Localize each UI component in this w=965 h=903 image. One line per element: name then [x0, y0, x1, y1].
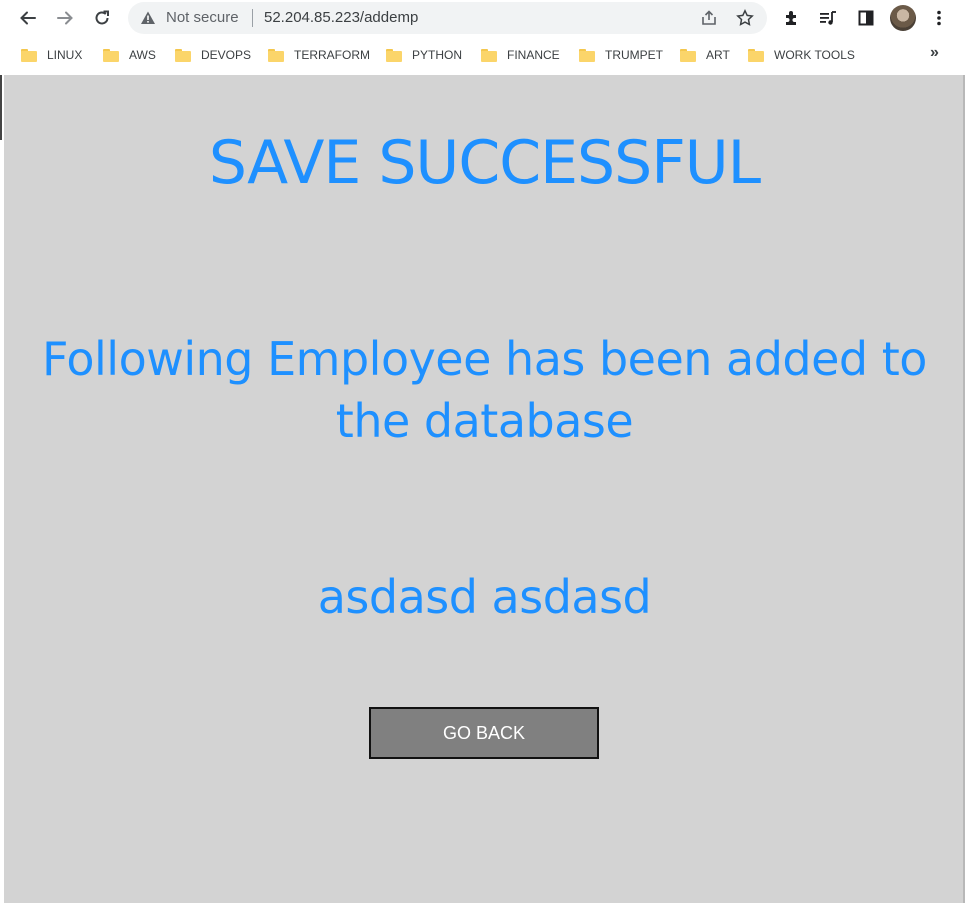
bookmark-label: ART: [706, 48, 730, 62]
folder-icon: [21, 48, 37, 62]
bookmark-label: PYTHON: [412, 48, 463, 62]
page-title: SAVE SUCCESSFUL: [208, 128, 761, 198]
bookmark-label: DEVOPS: [201, 48, 252, 62]
menu-button[interactable]: [924, 3, 954, 33]
side-panel-button[interactable]: [851, 3, 881, 33]
share-button[interactable]: [698, 7, 720, 29]
folder-icon: [748, 48, 764, 62]
browser-toolbar: Not secure 52.204.85.223/addemp: [0, 0, 965, 36]
bookmark-python[interactable]: PYTHON: [386, 47, 462, 63]
page-content: SAVE SUCCESSFUL Following Employee has b…: [4, 75, 965, 903]
folder-icon: [175, 48, 191, 62]
folder-icon: [481, 48, 497, 62]
back-arrow-icon: [20, 11, 36, 25]
bookmark-linux[interactable]: LINUX: [21, 47, 82, 63]
folder-icon: [579, 48, 595, 62]
puzzle-icon: [786, 11, 796, 25]
reload-button[interactable]: [87, 3, 117, 33]
confirmation-message-line1: Following Employee has been added to: [42, 332, 927, 386]
folder-icon: [268, 48, 284, 62]
confirmation-message-line2: the database: [335, 394, 634, 448]
url-text[interactable]: 52.204.85.223/addemp: [264, 10, 418, 26]
bookmarks-overflow-button[interactable]: »: [930, 44, 939, 62]
folder-icon: [680, 48, 696, 62]
bookmark-devops[interactable]: DEVOPS: [175, 47, 251, 63]
bookmark-label: FINANCE: [507, 48, 560, 62]
forward-arrow-icon: [57, 11, 73, 25]
reload-icon: [95, 10, 109, 25]
security-status[interactable]: Not secure: [166, 10, 239, 26]
bookmark-label: TERRAFORM: [294, 48, 370, 62]
star-icon: [736, 9, 754, 26]
bookmark-trumpet[interactable]: TRUMPET: [579, 47, 663, 63]
playlist-icon: [820, 11, 836, 25]
bookmark-label: AWS: [129, 48, 156, 62]
media-button[interactable]: [813, 3, 843, 33]
warning-icon[interactable]: [140, 10, 156, 26]
more-vertical-icon: [937, 10, 941, 26]
bookmark-finance[interactable]: FINANCE: [481, 47, 560, 63]
omnibox-divider: [252, 9, 253, 27]
confirmation-message: Following Employee has been added to the…: [4, 328, 965, 452]
bookmark-work-tools[interactable]: WORK TOOLS: [748, 47, 855, 63]
bookmark-star-button[interactable]: [734, 7, 756, 29]
bookmark-label: LINUX: [47, 48, 83, 62]
bookmark-terraform[interactable]: TERRAFORM: [268, 47, 370, 63]
back-button[interactable]: [13, 3, 43, 33]
bookmark-label: TRUMPET: [605, 48, 663, 62]
bookmarks-bar: LINUX AWS DEVOPS TERRAFORM PYTHON FINANC…: [0, 36, 965, 74]
address-bar[interactable]: Not secure 52.204.85.223/addemp: [128, 2, 767, 34]
window-edge-shadow: [0, 75, 2, 140]
forward-button[interactable]: [50, 3, 80, 33]
extensions-button[interactable]: [777, 3, 807, 33]
bookmark-label: WORK TOOLS: [774, 48, 855, 62]
bookmark-aws[interactable]: AWS: [103, 47, 156, 63]
folder-icon: [386, 48, 402, 62]
folder-icon: [103, 48, 119, 62]
bookmark-art[interactable]: ART: [680, 47, 730, 63]
profile-avatar[interactable]: [890, 5, 916, 31]
go-back-button[interactable]: GO BACK: [369, 707, 599, 759]
share-icon: [702, 10, 716, 25]
employee-name: asdasd asdasd: [317, 570, 652, 624]
side-panel-icon: [858, 10, 874, 26]
